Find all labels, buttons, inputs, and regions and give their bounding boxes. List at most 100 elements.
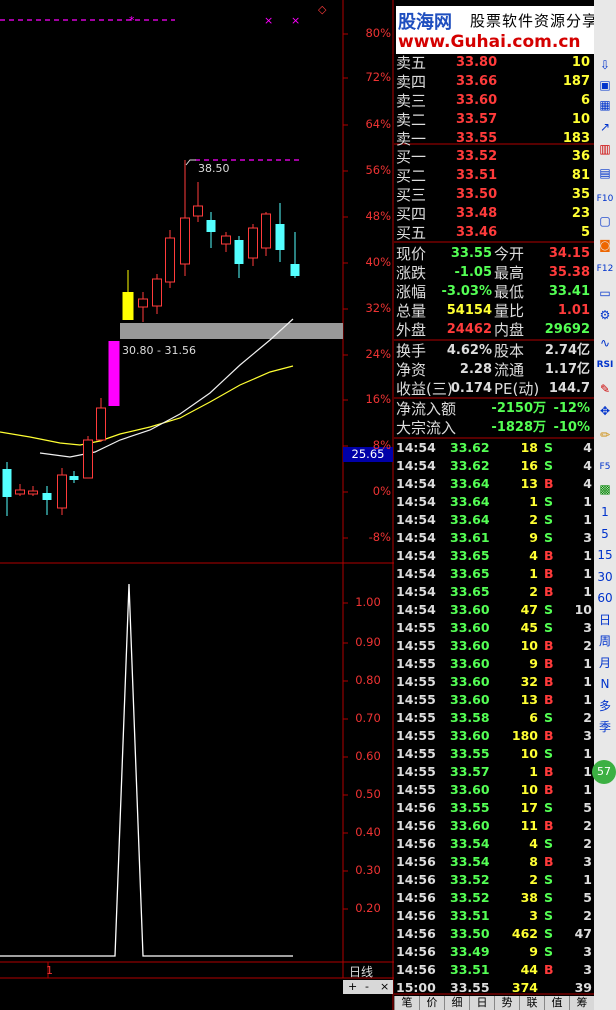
- period-button[interactable]: N: [595, 675, 615, 693]
- quote-row: 现价 33.55 今开 34.15: [394, 245, 594, 263]
- tick-row[interactable]: 14:55 33.58 6 S 2: [394, 709, 594, 727]
- rsi-button[interactable]: RSI: [595, 356, 615, 374]
- period-button[interactable]: 季: [595, 718, 615, 736]
- tick-row[interactable]: 14:55 33.60 9 B 1: [394, 655, 594, 673]
- orderbook-row[interactable]: 买五 33.46 5: [394, 224, 594, 242]
- tick-row[interactable]: 14:54 33.62 16 S 4: [394, 457, 594, 475]
- period-button[interactable]: 30: [595, 568, 615, 586]
- tick-row[interactable]: 14:55 33.55 10 S 1: [394, 745, 594, 763]
- period-button[interactable]: 15: [595, 546, 615, 564]
- orderbook-row[interactable]: 卖一 33.55 183: [394, 130, 594, 148]
- tick-row[interactable]: 14:54 33.64 1 S 1: [394, 493, 594, 511]
- period-label[interactable]: 日线: [349, 963, 373, 980]
- badge-counter[interactable]: 57: [592, 760, 616, 784]
- tick-count: 4: [583, 476, 592, 491]
- period-button[interactable]: 周: [595, 632, 615, 650]
- tick-row[interactable]: 14:55 33.60 180 B 3: [394, 727, 594, 745]
- tick-row[interactable]: 14:56 33.49 9 S 3: [394, 943, 594, 961]
- tick-row[interactable]: 14:56 33.54 8 B 3: [394, 853, 594, 871]
- quote-value: 24462: [446, 322, 492, 337]
- tick-count: 5: [583, 890, 592, 905]
- tick-count: 2: [583, 908, 592, 923]
- orderbook-row[interactable]: 买二 33.51 81: [394, 167, 594, 185]
- tick-row[interactable]: 14:55 33.60 32 B 1: [394, 673, 594, 691]
- window-icon[interactable]: ▭: [595, 284, 615, 302]
- orderbook-row[interactable]: 买四 33.48 23: [394, 205, 594, 223]
- tick-volume: 1: [529, 764, 538, 779]
- badge-b-icon[interactable]: ◙: [595, 236, 615, 254]
- tick-row[interactable]: 14:55 33.60 10 B 1: [394, 781, 594, 799]
- period-button[interactable]: 日: [595, 611, 615, 629]
- orderbook-row[interactable]: 卖五 33.80 10: [394, 54, 594, 72]
- orderbook-row[interactable]: 卖二 33.57 10: [394, 111, 594, 129]
- tick-row[interactable]: 14:56 33.52 38 S 5: [394, 889, 594, 907]
- bottom-tab[interactable]: 笔: [394, 996, 419, 1010]
- kline-icon[interactable]: ▥: [595, 140, 615, 158]
- bottom-tab[interactable]: 日: [469, 996, 494, 1010]
- tick-row[interactable]: 14:55 33.60 10 B 2: [394, 637, 594, 655]
- picture-icon[interactable]: ▩: [595, 480, 615, 498]
- tick-row[interactable]: 14:56 33.54 4 S 2: [394, 835, 594, 853]
- tick-row[interactable]: 14:56 33.50 462 S 47: [394, 925, 594, 943]
- bottom-tab[interactable]: 联: [519, 996, 544, 1010]
- orderbook-row[interactable]: 卖四 33.66 187: [394, 73, 594, 91]
- f5-button[interactable]: F5: [595, 458, 615, 476]
- tick-row[interactable]: 14:56 33.51 44 B 3: [394, 961, 594, 979]
- tick-row[interactable]: 14:56 33.51 3 S 2: [394, 907, 594, 925]
- tick-count: 47: [574, 926, 592, 941]
- kline-chart[interactable]: * × × ◇: [0, 0, 394, 1010]
- tick-row[interactable]: 14:54 33.62 18 S 4: [394, 439, 594, 457]
- calendar-icon[interactable]: ▣: [595, 76, 615, 94]
- bottom-tab[interactable]: 价: [419, 996, 444, 1010]
- zoom-in-button[interactable]: +: [348, 980, 357, 994]
- f10-button[interactable]: F10: [595, 190, 615, 208]
- bottom-tab[interactable]: 势: [494, 996, 519, 1010]
- orderbook-row[interactable]: 买一 33.52 36: [394, 148, 594, 166]
- table-icon[interactable]: ▦: [595, 96, 615, 114]
- tick-row[interactable]: 14:54 33.61 9 S 3: [394, 529, 594, 547]
- tick-row[interactable]: 14:54 33.64 13 B 4: [394, 475, 594, 493]
- period-button[interactable]: 月: [595, 654, 615, 672]
- tick-row[interactable]: 15:00 33.55 374 39: [394, 979, 594, 997]
- tick-price: 33.62: [450, 440, 490, 455]
- document-icon[interactable]: ▢: [595, 212, 615, 230]
- f12-button[interactable]: F12: [595, 260, 615, 278]
- kline-chart-panel[interactable]: * × × ◇ 38.50 30.80 - 31.56 25.65 80% 72%…: [0, 0, 394, 1010]
- bottom-tab[interactable]: 筹: [569, 996, 594, 1010]
- dashboard-icon[interactable]: ▤: [595, 164, 615, 182]
- scroll-down-icon[interactable]: ⇩: [595, 56, 615, 74]
- orderbook-row[interactable]: 买三 33.50 35: [394, 186, 594, 204]
- period-button[interactable]: 5: [595, 525, 615, 543]
- tick-side: S: [544, 836, 554, 851]
- bottom-tab[interactable]: 细: [444, 996, 469, 1010]
- close-chart-button[interactable]: ×: [380, 980, 389, 994]
- bottom-tab[interactable]: 值: [544, 996, 569, 1010]
- tick-count: 4: [583, 440, 592, 455]
- move-icon[interactable]: ✥: [595, 402, 615, 420]
- tick-row[interactable]: 14:56 33.52 2 S 1: [394, 871, 594, 889]
- tick-row[interactable]: 14:56 33.60 11 B 2: [394, 817, 594, 835]
- tick-row[interactable]: 14:55 33.57 1 B 1: [394, 763, 594, 781]
- period-button[interactable]: 1: [595, 503, 615, 521]
- tick-row[interactable]: 14:54 33.60 47 S 10: [394, 601, 594, 619]
- tick-row[interactable]: 14:54 33.64 2 S 1: [394, 511, 594, 529]
- line-chart-icon[interactable]: ↗: [595, 118, 615, 136]
- gear-icon[interactable]: ⚙: [595, 306, 615, 324]
- orderbook-row[interactable]: 卖三 33.60 6: [394, 92, 594, 110]
- tick-row[interactable]: 14:55 33.60 13 B 1: [394, 691, 594, 709]
- wave-icon[interactable]: ∿: [595, 334, 615, 352]
- tag-icon[interactable]: ✎: [595, 380, 615, 398]
- tick-count: 2: [583, 638, 592, 653]
- zoom-out-button[interactable]: -: [365, 980, 369, 994]
- period-button[interactable]: 多: [595, 697, 615, 715]
- period-button[interactable]: 60: [595, 589, 615, 607]
- tick-row[interactable]: 14:56 33.55 17 S 5: [394, 799, 594, 817]
- diamond-icon[interactable]: ◇: [318, 3, 327, 16]
- tick-row[interactable]: 14:54 33.65 2 B 1: [394, 583, 594, 601]
- level-price: 33.51: [456, 168, 498, 183]
- tick-row[interactable]: 14:55 33.60 45 S 3: [394, 619, 594, 637]
- tick-row[interactable]: 14:54 33.65 1 B 1: [394, 565, 594, 583]
- tick-row[interactable]: 14:54 33.65 4 B 1: [394, 547, 594, 565]
- pencil-icon[interactable]: ✏: [595, 426, 615, 444]
- level-volume: 5: [580, 225, 590, 240]
